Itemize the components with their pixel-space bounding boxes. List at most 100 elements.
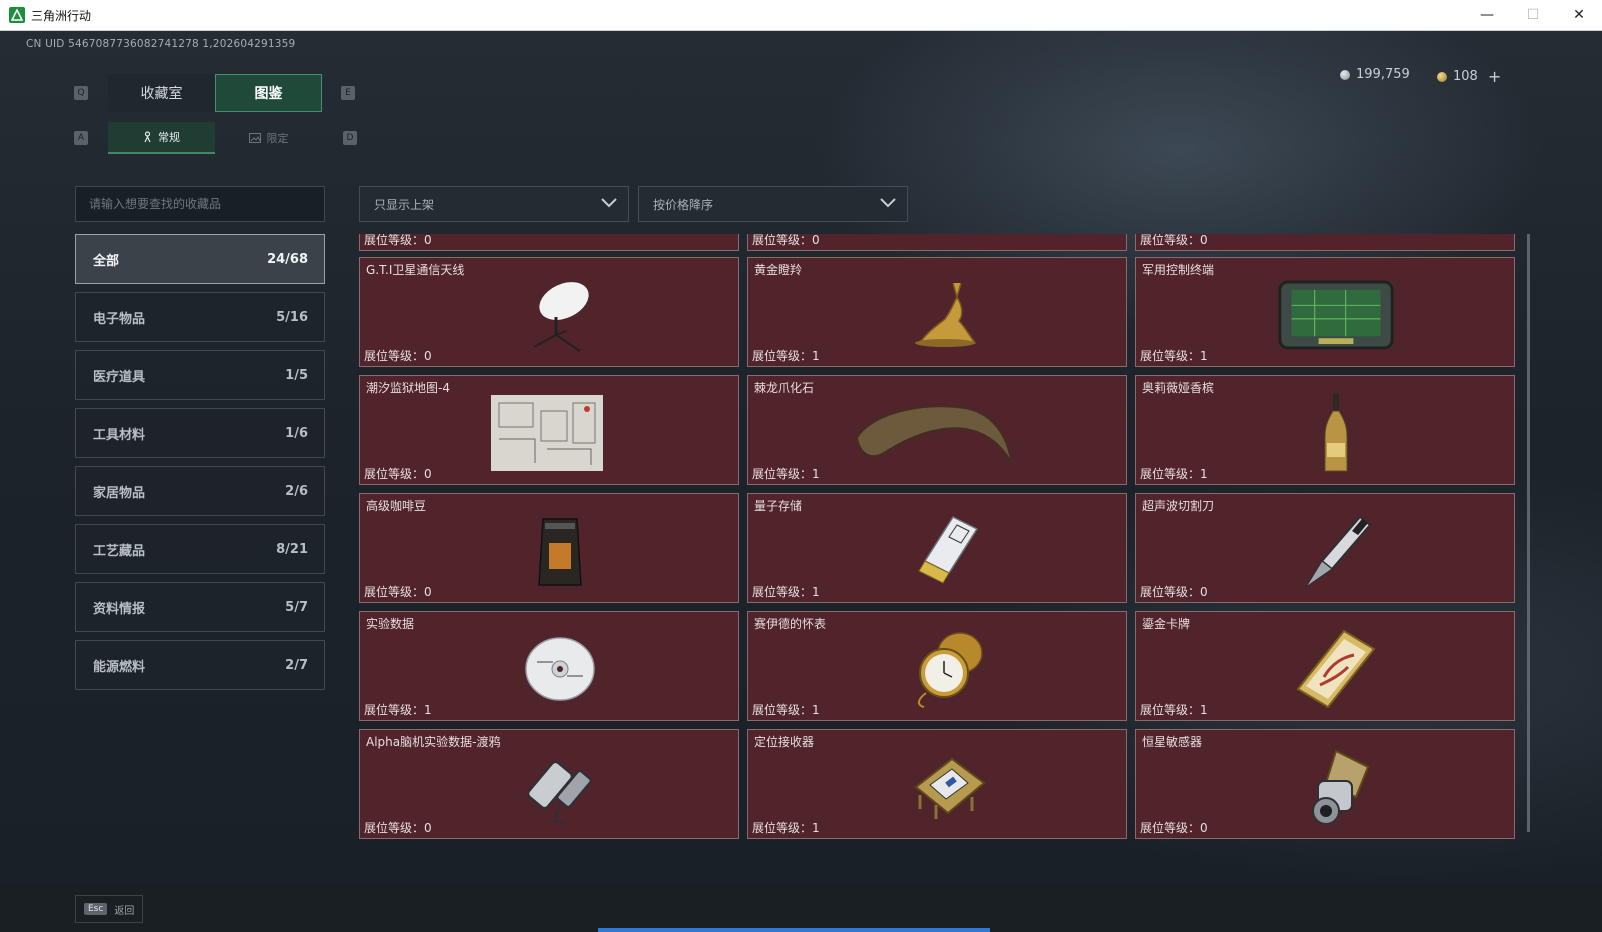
maximize-button[interactable]: ☐ [1510, 0, 1556, 30]
person-icon [144, 131, 151, 143]
add-currency-button[interactable]: + [1488, 67, 1501, 86]
item-level: 展位等级：0 [364, 467, 432, 481]
item-name: G.T.I卫星通信天线 [366, 263, 465, 277]
item-level: 展位等级：0 [364, 234, 432, 247]
item-level: 展位等级：1 [752, 821, 820, 835]
item-card[interactable]: Alpha脑机实验数据-渡鸦 展位等级：0 [359, 729, 739, 839]
bottom-bar [0, 884, 1602, 932]
item-card[interactable]: 黄金瞪羚 展位等级：1 [747, 257, 1127, 367]
category-label: 电子物品 [93, 311, 146, 327]
item-level: 展位等级：0 [1140, 234, 1208, 247]
item-card[interactable]: 量子存储 展位等级：1 [747, 493, 1127, 603]
tab-codex[interactable]: 图鉴 [215, 74, 322, 112]
sort-dropdown[interactable]: 按价格降序 [638, 186, 908, 222]
item-name: 奥莉薇娅香槟 [1142, 381, 1215, 395]
silver-coin-icon [1340, 69, 1350, 80]
category-intel[interactable]: 资料情报 5/7 [75, 582, 325, 632]
usb-drive-icon [888, 508, 1008, 594]
window-titlebar: 三角洲行动 — ☐ ✕ [0, 0, 1602, 31]
item-card[interactable]: 军用控制终端 展位等级：1 [1135, 257, 1515, 367]
gold-card-icon [1276, 626, 1396, 712]
military-terminal-icon [1276, 272, 1396, 358]
subtab-regular[interactable]: 常规 [108, 122, 215, 154]
image-icon [248, 133, 261, 143]
category-crafts[interactable]: 工艺藏品 8/21 [75, 524, 325, 574]
shelf-filter-value: 只显示上架 [374, 197, 435, 212]
item-card[interactable]: 鎏金卡牌 展位等级：1 [1135, 611, 1515, 721]
back-button[interactable]: Esc 返回 [75, 895, 143, 923]
item-card[interactable]: 展位等级：0 [359, 234, 739, 251]
satellite-dish-icon [500, 272, 620, 358]
minimize-button[interactable]: — [1464, 0, 1510, 30]
item-card[interactable]: 定位接收器 展位等级：1 [747, 729, 1127, 839]
category-electronics[interactable]: 电子物品 5/16 [75, 292, 325, 342]
item-card[interactable]: 展位等级：0 [1135, 234, 1515, 251]
item-name: 实验数据 [366, 617, 415, 631]
category-label: 家居物品 [93, 485, 146, 501]
category-count: 5/16 [276, 309, 308, 325]
item-card[interactable]: G.T.I卫星通信天线 展位等级：0 [359, 257, 739, 367]
item-name: 高级咖啡豆 [366, 499, 427, 513]
golden-gazelle-icon [888, 272, 1008, 358]
item-name: 赛伊德的怀表 [754, 617, 827, 631]
item-card[interactable]: 潮汐监狱地图-4 展位等级：0 [359, 375, 739, 485]
star-sensor-icon [1276, 744, 1396, 830]
item-level: 展位等级：1 [752, 467, 820, 481]
gold-coin-icon [1437, 71, 1447, 82]
subtab-limited-label: 限定 [266, 132, 289, 145]
category-label: 医疗道具 [93, 369, 146, 385]
item-name: 量子存储 [754, 499, 803, 513]
category-count: 1/6 [285, 425, 308, 441]
item-level: 展位等级：1 [752, 349, 820, 363]
category-all[interactable]: 全部 24/68 [75, 234, 325, 284]
gold-currency: 108 + [1437, 67, 1501, 86]
item-name: 定位接收器 [754, 735, 815, 749]
item-card[interactable]: 超声波切割刀 展位等级：0 [1135, 493, 1515, 603]
chevron-down-icon [880, 198, 896, 208]
item-name: 超声波切割刀 [1142, 499, 1215, 513]
item-level: 展位等级：0 [1140, 821, 1208, 835]
ultrasonic-knife-icon [1276, 508, 1396, 594]
item-card[interactable]: 恒星敏感器 展位等级：0 [1135, 729, 1515, 839]
player-uid: CN UID 5467087736082741278 1,20260429135… [26, 38, 296, 50]
category-label: 资料情报 [93, 601, 146, 617]
hotkey-e: E [341, 86, 355, 100]
item-card[interactable]: 实验数据 展位等级：1 [359, 611, 739, 721]
item-card[interactable]: 奥莉薇娅香槟 展位等级：1 [1135, 375, 1515, 485]
item-level: 展位等级：0 [1140, 585, 1208, 599]
item-card[interactable]: 展位等级：0 [747, 234, 1127, 251]
item-name: 黄金瞪羚 [754, 263, 803, 277]
grid-scrollbar[interactable] [1527, 234, 1530, 832]
item-level: 展位等级：0 [364, 349, 432, 363]
category-energy[interactable]: 能源燃料 2/7 [75, 640, 325, 690]
item-level: 展位等级：1 [364, 703, 432, 717]
hotkey-q: Q [74, 86, 88, 100]
category-count: 2/7 [285, 657, 308, 673]
pocket-watch-icon [888, 626, 1008, 712]
tab-collection-room[interactable]: 收藏室 [108, 74, 215, 112]
item-card[interactable]: 赛伊德的怀表 展位等级：1 [747, 611, 1127, 721]
item-card[interactable]: 棘龙爪化石 展位等级：1 [747, 375, 1127, 485]
item-level: 展位等级：1 [1140, 349, 1208, 363]
category-label: 工具材料 [93, 427, 146, 443]
item-level: 展位等级：0 [364, 585, 432, 599]
gold-amount: 108 [1453, 69, 1478, 84]
search-input[interactable] [75, 186, 325, 222]
shelf-filter-dropdown[interactable]: 只显示上架 [359, 186, 629, 222]
item-card[interactable]: 高级咖啡豆 展位等级：0 [359, 493, 739, 603]
item-level: 展位等级：1 [752, 585, 820, 599]
item-level: 展位等级：0 [752, 234, 820, 247]
chevron-down-icon [601, 198, 617, 208]
game-viewport: CN UID 5467087736082741278 1,20260429135… [0, 31, 1602, 932]
category-label: 工艺藏品 [93, 543, 146, 559]
subtab-regular-label: 常规 [158, 131, 180, 144]
category-household[interactable]: 家居物品 2/6 [75, 466, 325, 516]
category-medical[interactable]: 医疗道具 1/5 [75, 350, 325, 400]
close-button[interactable]: ✕ [1556, 0, 1602, 30]
esc-key-badge: Esc [84, 903, 108, 915]
subtab-limited[interactable]: 限定 [215, 122, 322, 154]
category-count: 1/5 [285, 367, 308, 383]
item-name: 军用控制终端 [1142, 263, 1215, 277]
item-name: 潮汐监狱地图-4 [366, 381, 450, 395]
category-tools[interactable]: 工具材料 1/6 [75, 408, 325, 458]
